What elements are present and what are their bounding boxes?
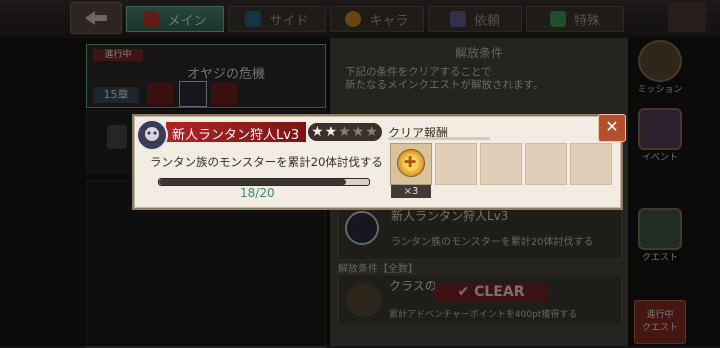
modal-description: ランタン族のモンスターを累計20体討伐する (150, 155, 383, 169)
difficulty-stars: ★★★★★ (308, 123, 382, 141)
star-empty-icon: ★ (365, 124, 379, 140)
progress-text: 18/20 (240, 186, 275, 200)
reward-slot (570, 143, 612, 185)
reward-slot (480, 143, 522, 185)
star-empty-icon: ★ (338, 124, 352, 140)
star-filled-icon: ★ (324, 124, 339, 140)
reward-slot (525, 143, 567, 185)
star-filled-icon: ★ (311, 124, 325, 140)
close-button[interactable]: ✕ (598, 114, 626, 142)
star-empty-icon: ★ (351, 124, 366, 140)
reward-quantity: ×3 (391, 185, 431, 198)
modal-title: 新人ランタン狩人Lv3 (172, 128, 300, 143)
progress-bar-fill (159, 179, 346, 185)
reward-underline (388, 137, 490, 140)
lantern-monster-icon (136, 119, 168, 151)
reward-slot (435, 143, 477, 185)
coin-emblem: ✚ (403, 153, 417, 171)
close-icon: ✕ (605, 117, 619, 136)
